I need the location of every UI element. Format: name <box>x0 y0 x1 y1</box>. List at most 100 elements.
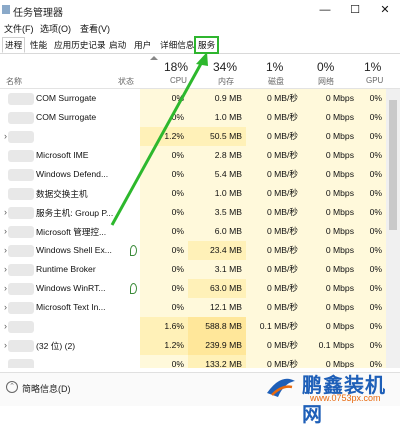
network-cell: 0 Mbps <box>302 184 358 203</box>
memory-cell: 588.8 MB <box>188 317 246 336</box>
network-cell: 0 Mbps <box>302 127 358 146</box>
process-icon <box>8 359 34 368</box>
col-disk[interactable]: 磁盘 <box>268 76 284 87</box>
tab-services[interactable]: 服务 <box>194 36 220 54</box>
col-network[interactable]: 网络 <box>318 76 334 87</box>
disk-cell: 0 MB/秒 <box>246 108 302 127</box>
memory-cell: 12.1 MB <box>188 298 246 317</box>
table-row[interactable]: › 服务主机: Group P... 0% 3.5 MB 0 MB/秒 0 Mbps 0% <box>0 203 400 222</box>
table-row[interactable]: › Windows Shell Ex... 0% 23.4 MB 0 MB/秒 0 Mbp… <box>0 241 400 260</box>
memory-cell: 3.1 MB <box>188 260 246 279</box>
gpu-cell: 0% <box>358 165 386 184</box>
gpu-cell: 0% <box>358 336 386 355</box>
menu-options[interactable]: 选项(O) <box>40 22 71 35</box>
cpu-cell: 0% <box>140 89 188 108</box>
process-name: Microsoft Text In... <box>36 302 106 312</box>
menu-view[interactable]: 查看(V) <box>80 22 110 35</box>
memory-cell: 50.5 MB <box>188 127 246 146</box>
mem-total: 34% <box>213 60 238 74</box>
cpu-cell: 0% <box>140 108 188 127</box>
memory-cell: 3.5 MB <box>188 203 246 222</box>
expand-chevron-icon[interactable]: › <box>4 245 7 255</box>
expand-chevron-icon[interactable]: › <box>4 264 7 274</box>
process-name: 数据交换主机 <box>36 189 88 199</box>
gpu-cell: 0% <box>358 317 386 336</box>
col-memory[interactable]: 内存 <box>218 76 234 87</box>
col-gpu[interactable]: GPU <box>366 76 383 85</box>
network-cell: 0 Mbps <box>302 298 358 317</box>
memory-cell: 63.0 MB <box>188 279 246 298</box>
window-title: 任务管理器 <box>13 8 63 19</box>
expand-chevron-icon[interactable]: › <box>4 207 7 217</box>
col-status[interactable]: 状态 <box>118 76 134 87</box>
table-row[interactable]: Windows Defend... 0% 5.4 MB 0 MB/秒 0 Mbps 0% <box>0 165 400 184</box>
table-row[interactable]: › Microsoft Text In... 0% 12.1 MB 0 MB/秒 0 Mb… <box>0 298 400 317</box>
expand-chevron-icon[interactable]: › <box>4 283 7 293</box>
close-button[interactable]: ✕ <box>370 2 400 18</box>
expand-chevron-icon[interactable]: › <box>4 131 7 141</box>
memory-cell: 1.0 MB <box>188 108 246 127</box>
process-name: (32 位) (2) <box>36 341 76 351</box>
scrollbar-thumb[interactable] <box>389 100 397 230</box>
expand-chevron-icon[interactable]: › <box>4 226 7 236</box>
process-name-cell: 数据交换主机 <box>0 184 158 203</box>
process-name: 服务主机: Group P... <box>36 208 114 218</box>
menu-bar: 文件(F) 选项(O) 查看(V) <box>0 20 400 35</box>
watermark: 鹏鑫装机网 www.0753px.com <box>262 367 400 426</box>
table-row[interactable]: COM Surrogate 0% 1.0 MB 0 MB/秒 0 Mbps 0% <box>0 108 400 127</box>
process-icon <box>8 226 34 238</box>
expand-chevron-icon[interactable]: › <box>4 321 7 331</box>
tab-startup[interactable]: 启动 <box>107 38 128 52</box>
process-list: COM Surrogate 0% 0.9 MB 0 MB/秒 0 Mbps 0% COM S… <box>0 89 400 368</box>
tab-details[interactable]: 详细信息 <box>158 38 196 52</box>
network-cell: 0.1 Mbps <box>302 336 358 355</box>
process-icon <box>8 321 34 333</box>
expand-chevron-icon[interactable]: › <box>4 302 7 312</box>
disk-cell: 0 MB/秒 <box>246 184 302 203</box>
gpu-cell: 0% <box>358 108 386 127</box>
process-icon <box>8 112 34 124</box>
gpu-cell: 0% <box>358 184 386 203</box>
tab-users[interactable]: 用户 <box>132 38 153 52</box>
process-name: Runtime Broker <box>36 264 96 274</box>
table-row[interactable]: › 1.2% 50.5 MB 0 MB/秒 0 Mbps 0% <box>0 127 400 146</box>
tab-app-history[interactable]: 应用历史记录 <box>52 38 108 52</box>
minimize-button[interactable]: — <box>310 2 340 18</box>
gpu-cell: 0% <box>358 89 386 108</box>
menu-file[interactable]: 文件(F) <box>4 22 34 35</box>
gpu-cell: 0% <box>358 127 386 146</box>
table-row[interactable]: › Microsoft 管理控... 0% 6.0 MB 0 MB/秒 0 Mbps 0% <box>0 222 400 241</box>
watermark-logo-icon <box>267 378 295 397</box>
table-row[interactable]: › Runtime Broker 0% 3.1 MB 0 MB/秒 0 Mbps 0% <box>0 260 400 279</box>
col-cpu[interactable]: CPU <box>170 76 187 85</box>
tab-processes[interactable]: 进程 <box>2 37 26 53</box>
expand-chevron-icon[interactable]: › <box>4 340 7 350</box>
sort-caret-icon <box>150 56 158 60</box>
column-header: 名称 状态 18% CPU 34% 内存 1% 磁盘 0% 网络 1% GPU <box>0 54 400 89</box>
table-row[interactable]: › 1.6% 588.8 MB 0.1 MB/秒 0 Mbps 0% <box>0 317 400 336</box>
disk-cell: 0 MB/秒 <box>246 165 302 184</box>
fewer-details-link[interactable]: 简略信息(D) <box>22 382 71 395</box>
table-row[interactable]: › (32 位) (2) 1.2% 239.9 MB 0 MB/秒 0.1 Mbps 0% <box>0 336 400 355</box>
tab-performance[interactable]: 性能 <box>28 38 49 52</box>
collapse-icon[interactable]: ⌃ <box>6 381 18 393</box>
gpu-cell: 0% <box>358 298 386 317</box>
cpu-cell: 0% <box>140 203 188 222</box>
disk-cell: 0 MB/秒 <box>246 336 302 355</box>
table-row[interactable]: COM Surrogate 0% 0.9 MB 0 MB/秒 0 Mbps 0% <box>0 89 400 108</box>
process-name-cell: › Runtime Broker <box>0 260 158 279</box>
disk-cell: 0 MB/秒 <box>246 260 302 279</box>
tab-bar: 进程 性能 应用历史记录 启动 用户 详细信息 服务 <box>0 36 400 54</box>
process-icon <box>8 169 34 181</box>
table-row[interactable]: Microsoft IME 0% 2.8 MB 0 MB/秒 0 Mbps 0% <box>0 146 400 165</box>
table-row[interactable]: › Windows WinRT... 0% 63.0 MB 0 MB/秒 0 Mbps 0% <box>0 279 400 298</box>
gpu-cell: 0% <box>358 279 386 298</box>
disk-cell: 0 MB/秒 <box>246 241 302 260</box>
gpu-cell: 0% <box>358 260 386 279</box>
efficiency-leaf-icon <box>130 283 137 294</box>
col-name[interactable]: 名称 <box>6 76 22 87</box>
table-row[interactable]: 数据交换主机 0% 1.0 MB 0 MB/秒 0 Mbps 0% <box>0 184 400 203</box>
network-cell: 0 Mbps <box>302 222 358 241</box>
maximize-button[interactable]: ☐ <box>340 2 370 18</box>
process-icon <box>8 150 34 162</box>
